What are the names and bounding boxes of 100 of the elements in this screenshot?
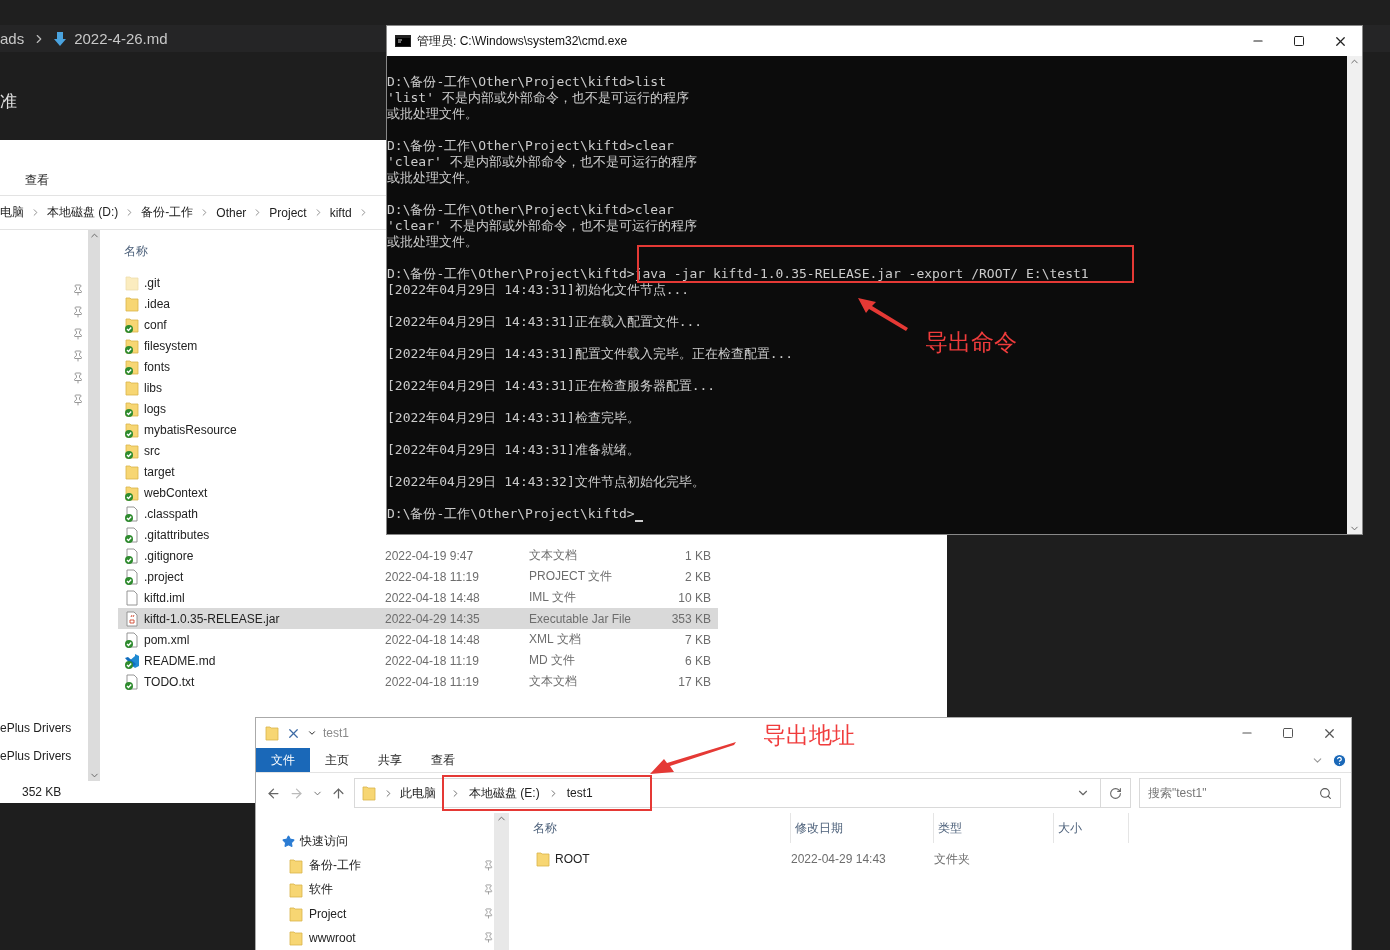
breadcrumb-item[interactable]: ads [0,30,25,47]
search-field[interactable]: 搜索"test1" [1139,778,1341,808]
file-size: 1 KB [684,548,712,563]
up-icon[interactable] [331,785,346,801]
nav-item[interactable]: 软件 [309,881,478,898]
column-header[interactable]: 类型 [934,813,1054,843]
breadcrumb-item[interactable]: 2022-4-26.md [74,30,168,47]
file-name: src [144,443,160,458]
forward-icon[interactable] [289,785,304,801]
breadcrumb-item[interactable]: 本地磁盘 (E:) [469,784,540,802]
console-line: [2022年04月29日 14:43:31]初始化文件节点... [387,282,690,297]
console-line: [2022年04月29日 14:43:31]检查完毕。 [387,410,640,425]
nav-item[interactable]: ePlus Drivers [0,721,88,735]
pin-icon[interactable] [72,306,84,318]
back-icon[interactable] [266,785,281,801]
document-check-icon [124,631,140,648]
scrollbar[interactable] [1347,56,1362,534]
breadcrumb-item[interactable]: Project [269,205,307,220]
pin-icon[interactable] [72,284,84,296]
pin-icon[interactable] [72,328,84,340]
file-size: 10 KB [677,590,712,605]
cursor [634,520,643,522]
down-arrow-icon [54,30,67,47]
folder-icon [288,929,304,946]
console-line: 或批处理文件。 [387,170,478,185]
document-check-icon [124,505,140,522]
column-header[interactable]: 大小 [1054,813,1129,843]
file-name: conf [144,317,167,332]
file-size: 6 KB [684,653,712,668]
pin-icon[interactable] [483,884,494,895]
help-icon[interactable] [1332,752,1347,768]
file-name: ROOT [555,852,590,866]
folder-check-icon [124,358,140,375]
breadcrumb-item[interactable]: test1 [566,786,593,800]
console-line: D:\备份-工作\Other\Project\kiftd>clear [387,138,674,153]
column-header[interactable]: 修改日期 [791,813,934,843]
scrollbar[interactable] [494,813,509,950]
file-name: filesystem [144,338,198,353]
breadcrumb-item[interactable]: kiftd [329,205,352,220]
ribbon-tab[interactable]: 查看 [416,748,469,772]
folder-check-icon [124,421,140,438]
ribbon-tab[interactable]: 主页 [310,748,363,772]
annotation-label: 导出地址 [763,721,855,750]
console-line: 'clear' 不是内部或外部命令，也不是可运行的程序 [387,218,697,233]
maximize-icon[interactable] [1282,727,1294,739]
file-name: kiftd-1.0.35-RELEASE.jar [144,611,280,626]
scrollbar[interactable] [88,230,100,781]
ribbon-tab[interactable]: 文件 [256,748,310,772]
console-line: [2022年04月29日 14:43:31]正在载入配置文件... [387,314,703,329]
pin-icon[interactable] [483,932,494,943]
breadcrumb-item[interactable]: 本地磁盘 (D:) [47,204,119,221]
file-name: .gitattributes [144,527,210,542]
ribbon-logo-icon [124,652,140,669]
pin-icon[interactable] [72,372,84,384]
nav-item[interactable]: wwwroot [309,930,478,945]
pin-icon[interactable] [483,908,494,919]
file-date: 2022-04-29 14:43 [791,852,887,866]
document-check-icon [124,526,140,543]
folder-icon [124,463,140,480]
file-date: 2022-04-19 9:47 [385,548,475,563]
folder-icon [288,905,304,922]
folder-icon [124,274,140,291]
folder-check-icon [124,337,140,354]
nav-item[interactable]: 备份-工作 [309,857,478,874]
dropdown-icon[interactable] [307,728,317,738]
folder-check-icon [124,442,140,459]
ribbon-tab[interactable]: 共享 [363,748,416,772]
nav-item[interactable]: ePlus Drivers [0,749,88,763]
document-check-icon [124,673,140,690]
breadcrumb-item[interactable]: 电脑 [0,204,24,221]
star-icon [282,835,295,848]
file-name: kiftd.iml [144,590,185,605]
file-name: .idea [144,296,171,311]
file-name: pom.xml [144,632,190,647]
column-header[interactable]: 名称 [529,813,791,843]
file-size: 17 KB [677,674,712,689]
file-type: PROJECT 文件 [529,568,614,585]
column-header[interactable]: 名称 [124,242,148,260]
file-date: 2022-04-18 14:48 [385,632,481,647]
breadcrumb-item[interactable]: 备份-工作 [141,204,194,221]
file-size: 7 KB [684,632,712,647]
ribbon-tab[interactable]: 查看 [25,172,49,189]
pin-icon[interactable] [72,350,84,362]
nav-header[interactable]: 快速访问 [300,833,348,850]
selected-file-row[interactable]: kiftd-1.0.35-RELEASE.jar 2022-04-29 14:35 Executable Jar File 353 KB [118,608,718,629]
annotation-label: 导出命令 [925,328,1017,357]
status-text: 352 KB [22,785,62,799]
refresh-icon[interactable] [1109,786,1122,800]
nav-item[interactable]: Project [309,906,478,921]
breadcrumb-item[interactable]: 此电脑 [400,784,436,802]
breadcrumb-item[interactable]: Other [216,205,247,220]
file-name: .classpath [144,506,199,521]
pin-icon[interactable] [483,860,494,871]
address-field[interactable]: 此电脑 本地磁盘 (E:) test1 [354,778,1131,808]
console-line: 'clear' 不是内部或外部命令，也不是可运行的程序 [387,154,697,169]
folder-icon [124,379,140,396]
maximize-icon[interactable] [1293,35,1305,47]
file-date: 2022-04-18 11:19 [385,569,480,584]
pin-icon[interactable] [72,394,84,406]
console-line: [2022年04月29日 14:43:32]文件节点初始化完毕。 [387,474,705,489]
